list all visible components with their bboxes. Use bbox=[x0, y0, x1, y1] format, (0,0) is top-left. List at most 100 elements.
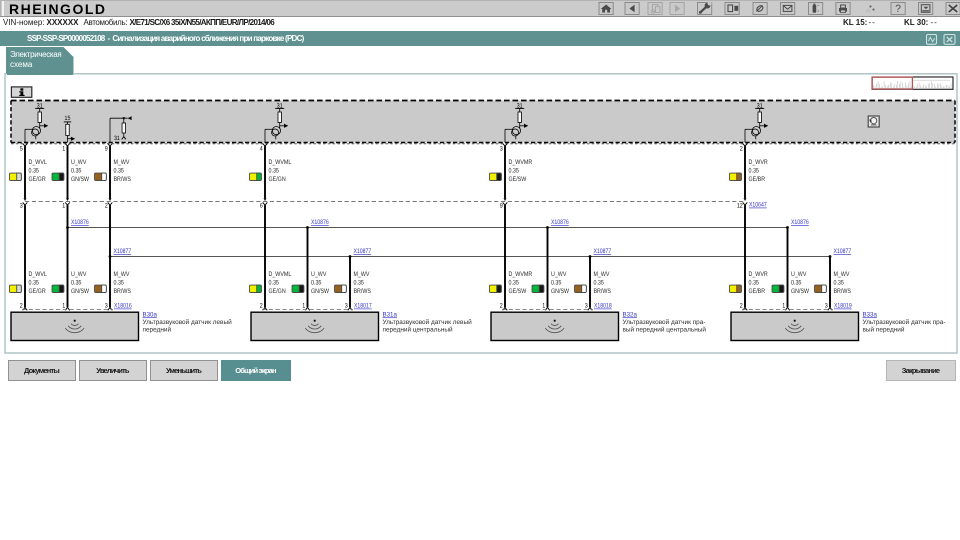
svg-text:1: 1 bbox=[62, 145, 65, 152]
svg-text:Ультразвуковой датчик левый: Ультразвуковой датчик левый bbox=[142, 319, 232, 326]
svg-text:GN/SW: GN/SW bbox=[551, 288, 570, 295]
svg-text:1: 1 bbox=[62, 303, 65, 310]
svg-text:D_WVML: D_WVML bbox=[268, 159, 291, 166]
svg-text:X18018: X18018 bbox=[594, 303, 612, 310]
svg-text:X10877: X10877 bbox=[594, 248, 612, 255]
svg-text:0.35: 0.35 bbox=[114, 167, 125, 174]
svg-text:0.35: 0.35 bbox=[791, 279, 802, 286]
svg-text:0.35: 0.35 bbox=[354, 279, 365, 286]
svg-text:2: 2 bbox=[740, 145, 743, 152]
svg-text:5: 5 bbox=[20, 145, 23, 152]
svg-text:X10647: X10647 bbox=[749, 202, 767, 209]
svg-text:0.35: 0.35 bbox=[749, 279, 760, 286]
svg-text:X10876: X10876 bbox=[791, 219, 809, 226]
svg-text:вый передний: вый передний bbox=[862, 326, 904, 333]
svg-text:M_WV: M_WV bbox=[833, 271, 850, 278]
svg-text:GE/GR: GE/GR bbox=[29, 176, 46, 183]
svg-text:0.35: 0.35 bbox=[509, 279, 520, 286]
svg-text:X18016: X18016 bbox=[114, 303, 132, 310]
svg-text:M_WV: M_WV bbox=[354, 271, 371, 278]
svg-text:U_WV: U_WV bbox=[551, 271, 567, 278]
svg-text:Ультразвуковой датчик пра-: Ультразвуковой датчик пра- bbox=[862, 319, 945, 326]
svg-text:X10877: X10877 bbox=[833, 248, 851, 255]
svg-text:D_WVMR: D_WVMR bbox=[509, 271, 533, 278]
svg-text:Ультразвуковой датчик левый: Ультразвуковой датчик левый bbox=[383, 319, 473, 326]
svg-text:M_WV: M_WV bbox=[114, 159, 131, 166]
svg-text:M_WV: M_WV bbox=[114, 271, 131, 278]
svg-text:1: 1 bbox=[302, 303, 305, 310]
svg-text:3: 3 bbox=[500, 145, 503, 152]
svg-text:0.35: 0.35 bbox=[71, 279, 82, 286]
svg-text:X18019: X18019 bbox=[834, 303, 852, 310]
svg-text:0.35: 0.35 bbox=[509, 167, 520, 174]
svg-text:Ультразвуковой датчик пра-: Ультразвуковой датчик пра- bbox=[623, 319, 706, 326]
svg-text:4: 4 bbox=[260, 145, 263, 152]
svg-text:3: 3 bbox=[105, 303, 108, 310]
svg-text:X10877: X10877 bbox=[114, 248, 132, 255]
svg-text:12: 12 bbox=[737, 203, 743, 210]
svg-text:B33a: B33a bbox=[863, 311, 878, 318]
svg-text:9: 9 bbox=[105, 145, 108, 152]
svg-text:B31a: B31a bbox=[383, 311, 398, 318]
svg-text:9: 9 bbox=[500, 203, 503, 210]
svg-text:U_WV: U_WV bbox=[791, 271, 807, 278]
svg-text:D_WVMR: D_WVMR bbox=[509, 159, 533, 166]
svg-text:0.35: 0.35 bbox=[551, 279, 562, 286]
svg-text:1: 1 bbox=[62, 203, 65, 210]
svg-text:BR/WS: BR/WS bbox=[114, 288, 132, 295]
svg-text:3: 3 bbox=[20, 203, 23, 210]
svg-text:BR/WS: BR/WS bbox=[593, 288, 611, 295]
svg-text:15: 15 bbox=[65, 115, 71, 122]
svg-text:GN/SW: GN/SW bbox=[791, 288, 810, 295]
svg-text:0.35: 0.35 bbox=[268, 167, 279, 174]
svg-text:2: 2 bbox=[260, 303, 263, 310]
svg-text:GE/BR: GE/BR bbox=[749, 288, 766, 295]
svg-text:D_WVL: D_WVL bbox=[29, 159, 48, 166]
svg-text:3: 3 bbox=[825, 303, 828, 310]
svg-text:0.35: 0.35 bbox=[268, 279, 279, 286]
svg-text:D_WVR: D_WVR bbox=[749, 159, 768, 166]
svg-text:GE/SW: GE/SW bbox=[509, 288, 527, 295]
svg-text:U_WV: U_WV bbox=[71, 159, 87, 166]
svg-text:0.35: 0.35 bbox=[114, 279, 125, 286]
svg-text:вый передний центральный: вый передний центральный bbox=[623, 326, 707, 333]
svg-text:2: 2 bbox=[500, 303, 503, 310]
svg-text:GE/SW: GE/SW bbox=[509, 176, 527, 183]
svg-text:2: 2 bbox=[20, 303, 23, 310]
svg-text:GN/SW: GN/SW bbox=[71, 288, 90, 295]
svg-text:BR/WS: BR/WS bbox=[354, 288, 372, 295]
svg-text:31: 31 bbox=[114, 135, 120, 142]
svg-text:B30a: B30a bbox=[143, 311, 158, 318]
svg-text:3: 3 bbox=[585, 303, 588, 310]
svg-text:D_WVML: D_WVML bbox=[268, 271, 291, 278]
svg-text:GE/GR: GE/GR bbox=[29, 288, 46, 295]
svg-text:3: 3 bbox=[345, 303, 348, 310]
svg-text:B32a: B32a bbox=[622, 311, 637, 318]
svg-text:6: 6 bbox=[260, 203, 263, 210]
svg-text:X10876: X10876 bbox=[311, 219, 329, 226]
svg-text:0.35: 0.35 bbox=[71, 167, 82, 174]
svg-text:GN/SW: GN/SW bbox=[311, 288, 330, 295]
svg-text:GE/GN: GE/GN bbox=[268, 288, 285, 295]
svg-text:0.35: 0.35 bbox=[29, 279, 40, 286]
svg-text:U_WV: U_WV bbox=[71, 271, 87, 278]
svg-text:X10876: X10876 bbox=[71, 219, 89, 226]
svg-text:BR/WS: BR/WS bbox=[833, 288, 851, 295]
svg-text:1: 1 bbox=[542, 303, 545, 310]
svg-text:0.35: 0.35 bbox=[29, 167, 40, 174]
svg-text:D_WVR: D_WVR bbox=[749, 271, 768, 278]
svg-text:передний: передний bbox=[142, 326, 171, 333]
svg-text:GN/SW: GN/SW bbox=[71, 176, 90, 183]
svg-text:GE/GN: GE/GN bbox=[268, 176, 285, 183]
svg-text:D_WVL: D_WVL bbox=[29, 271, 48, 278]
svg-text:2: 2 bbox=[105, 203, 108, 210]
svg-text:0.35: 0.35 bbox=[311, 279, 322, 286]
svg-text:X18017: X18017 bbox=[354, 303, 372, 310]
svg-text:0.35: 0.35 bbox=[833, 279, 844, 286]
svg-text:передний центральный: передний центральный bbox=[383, 326, 453, 333]
svg-text:2: 2 bbox=[740, 303, 743, 310]
svg-text:GE/BR: GE/BR bbox=[749, 176, 766, 183]
svg-text:1: 1 bbox=[782, 303, 785, 310]
svg-text:U_WV: U_WV bbox=[311, 271, 327, 278]
svg-text:0.35: 0.35 bbox=[749, 167, 760, 174]
